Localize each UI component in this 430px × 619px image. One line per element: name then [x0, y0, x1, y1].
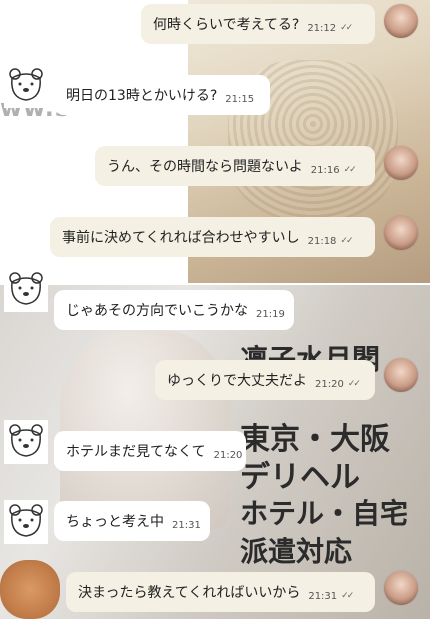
- message-text: ホテルまだ見てなくて: [66, 444, 206, 460]
- message-bubble-incoming[interactable]: 明日の13時とかいける? 21:15: [54, 75, 270, 115]
- bear-sketch-icon: [9, 272, 43, 305]
- message-time: 21:12: [307, 22, 337, 34]
- partner-avatar[interactable]: [4, 268, 48, 312]
- message-time: 21:31: [172, 519, 201, 531]
- message-bubble-outgoing[interactable]: 何時くらいで考えてる? 21:12 ✓✓: [141, 4, 375, 44]
- read-check-icon: ✓✓: [343, 165, 357, 175]
- read-check-icon: ✓✓: [340, 23, 353, 33]
- message-text: ゆっくりで大丈夫だよ: [167, 373, 307, 389]
- message-time: 21:20: [315, 378, 344, 390]
- message-text: 明日の13時とかいける?: [66, 88, 218, 104]
- message-bubble-incoming[interactable]: ちょっと考え中 21:31: [54, 501, 210, 541]
- partner-avatar[interactable]: [4, 64, 48, 108]
- message-bubble-incoming[interactable]: ホテルまだ見てなくて 21:20: [54, 431, 246, 471]
- self-avatar[interactable]: [384, 146, 418, 180]
- overlay-line-3: デリヘル: [240, 460, 360, 495]
- message-text: ちょっと考え中: [66, 514, 164, 530]
- message-bubble-outgoing[interactable]: うん、その時間なら問題ないよ 21:16 ✓✓: [95, 146, 375, 186]
- message-bubble-incoming[interactable]: じゃあその方向でいこうかな 21:19: [54, 290, 294, 330]
- overlay-line-4: ホテル・自宅: [240, 497, 409, 530]
- bear-sketch-icon: [9, 68, 43, 101]
- overlay-line-5: 派遣対応: [240, 535, 353, 568]
- plush-bear-image: [0, 560, 60, 619]
- message-time: 21:20: [213, 449, 243, 461]
- message-time: 21:18: [307, 235, 337, 247]
- self-avatar[interactable]: [384, 358, 418, 392]
- bear-sketch-icon: [9, 424, 43, 457]
- read-check-icon: ✓✓: [341, 591, 354, 601]
- self-avatar[interactable]: [384, 4, 418, 38]
- message-bubble-outgoing[interactable]: ゆっくりで大丈夫だよ 21:20 ✓✓: [155, 360, 375, 400]
- bear-sketch-icon: [9, 504, 43, 537]
- message-time: 21:16: [310, 164, 340, 176]
- message-time: 21:31: [308, 590, 338, 602]
- read-check-icon: ✓✓: [340, 236, 353, 246]
- read-check-icon: ✓✓: [347, 379, 361, 389]
- self-avatar[interactable]: [384, 216, 418, 250]
- message-time: 21:19: [256, 308, 285, 320]
- self-avatar[interactable]: [384, 571, 418, 605]
- message-text: うん、その時間なら問題ないよ: [107, 159, 303, 175]
- partner-avatar[interactable]: [4, 500, 48, 544]
- message-text: 何時くらいで考えてる?: [153, 17, 300, 33]
- message-time: 21:15: [225, 93, 255, 105]
- message-bubble-outgoing[interactable]: 事前に決めてくれれば合わせやすいし 21:18 ✓✓: [50, 217, 375, 257]
- message-text: じゃあその方向でいこうかな: [66, 303, 248, 319]
- message-bubble-outgoing[interactable]: 決まったら教えてくれればいいから 21:31 ✓✓: [66, 572, 375, 612]
- partner-avatar[interactable]: [4, 420, 48, 464]
- message-text: 決まったら教えてくれればいいから: [78, 585, 301, 601]
- message-text: 事前に決めてくれれば合わせやすいし: [62, 230, 300, 246]
